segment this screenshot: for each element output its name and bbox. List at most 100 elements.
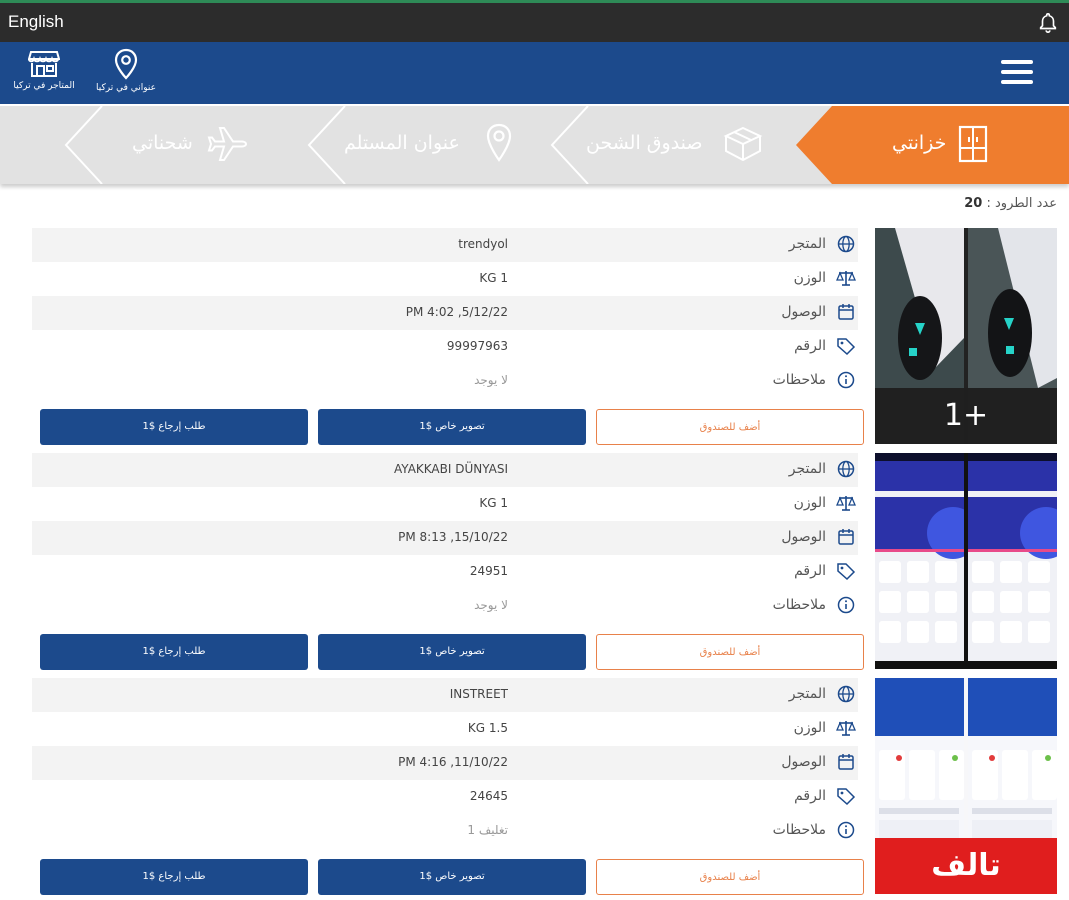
menu-icon[interactable] bbox=[1001, 60, 1033, 86]
parcel-card: INSTREET المتجر KG 1.5 الوزن PM 4:16 ,11… bbox=[0, 678, 1069, 900]
notes-value: لا يوجد bbox=[474, 598, 508, 612]
step-label: شحناتي bbox=[132, 132, 193, 154]
app-header: المتاجر في تركيا عنواني في تركيا bbox=[0, 42, 1069, 104]
weight-value: KG 1.5 bbox=[467, 721, 508, 735]
stores-label: المتاجر في تركيا bbox=[13, 81, 75, 91]
globe-icon bbox=[837, 460, 855, 478]
weight-value: KG 1 bbox=[479, 496, 508, 510]
store-icon bbox=[28, 51, 60, 77]
notes-row: تغليف 1 ملاحظات bbox=[32, 814, 858, 848]
tag-icon bbox=[837, 788, 856, 806]
notes-value: لا يوجد bbox=[474, 373, 508, 387]
arrival-row: PM 8:13 ,15/10/22 الوصول bbox=[32, 521, 858, 555]
step-label: عنوان المستلم bbox=[344, 132, 460, 154]
return-request-button[interactable]: طلب إرجاع $1 bbox=[40, 634, 308, 670]
scale-icon bbox=[836, 721, 856, 736]
calendar-icon bbox=[838, 304, 854, 320]
weight-label: الوزن bbox=[793, 720, 826, 736]
calendar-icon bbox=[838, 754, 854, 770]
store-row: AYAKKABI DÜNYASI المتجر bbox=[32, 453, 858, 487]
parcel-count-value: 20 bbox=[964, 196, 983, 211]
arrival-row: PM 4:16 ,11/10/22 الوصول bbox=[32, 746, 858, 780]
tag-icon bbox=[837, 563, 856, 581]
parcel-card: trendyol المتجر KG 1 الوزن PM 4:02 ,5/12… bbox=[0, 228, 1069, 453]
weight-value: KG 1 bbox=[479, 271, 508, 285]
store-row: INSTREET المتجر bbox=[32, 678, 858, 712]
step-label: صندوق الشحن bbox=[586, 132, 703, 154]
arrival-label: الوصول bbox=[781, 304, 826, 320]
tag-icon bbox=[837, 338, 856, 356]
arrival-value: PM 4:02 ,5/12/22 bbox=[405, 305, 508, 319]
damaged-badge: تالف bbox=[875, 838, 1057, 894]
airplane-icon bbox=[207, 127, 248, 161]
app-screenshot-photo bbox=[968, 453, 1057, 669]
parcel-count: عدد الطرود : 20 bbox=[964, 196, 1057, 211]
globe-icon bbox=[837, 685, 855, 703]
globe-icon bbox=[837, 235, 855, 253]
store-row: trendyol المتجر bbox=[32, 228, 858, 262]
stores-in-turkey-button[interactable]: المتاجر في تركيا bbox=[4, 48, 84, 91]
store-label: المتجر bbox=[788, 461, 826, 477]
location-pin-icon bbox=[114, 48, 138, 80]
notes-label: ملاحظات bbox=[772, 822, 826, 838]
special-photo-button[interactable]: تصوير خاص $1 bbox=[318, 859, 586, 895]
number-label: الرقم bbox=[794, 563, 826, 579]
more-photos-badge: 1+ bbox=[875, 388, 1057, 444]
parcel-card: AYAKKABI DÜNYASI المتجر KG 1 الوزن PM 8:… bbox=[0, 453, 1069, 678]
arrival-label: الوصول bbox=[781, 754, 826, 770]
parcel-photos[interactable]: 1+ bbox=[875, 228, 1057, 444]
number-value: 24951 bbox=[469, 564, 508, 578]
return-request-button[interactable]: طلب إرجاع $1 bbox=[40, 859, 308, 895]
info-icon bbox=[837, 371, 855, 389]
store-label: المتجر bbox=[788, 236, 826, 252]
store-label: المتجر bbox=[788, 686, 826, 702]
my-address-button[interactable]: عنواني في تركيا bbox=[86, 48, 166, 93]
weight-row: KG 1 الوزن bbox=[32, 487, 858, 521]
special-photo-button[interactable]: تصوير خاص $1 bbox=[318, 409, 586, 445]
address-label: عنواني في تركيا bbox=[96, 83, 156, 93]
arrival-row: PM 4:02 ,5/12/22 الوصول bbox=[32, 296, 858, 330]
number-label: الرقم bbox=[794, 788, 826, 804]
info-icon bbox=[837, 596, 855, 614]
notes-label: ملاحظات bbox=[772, 597, 826, 613]
locker-icon bbox=[958, 125, 988, 163]
weight-row: KG 1 الوزن bbox=[32, 262, 858, 296]
number-value: 99997963 bbox=[446, 339, 508, 353]
parcel-count-label: عدد الطرود : bbox=[986, 196, 1058, 211]
notes-value: تغليف 1 bbox=[467, 823, 508, 837]
calendar-icon bbox=[838, 529, 854, 545]
app-screenshot-photo bbox=[875, 453, 964, 669]
number-row: 24645 الرقم bbox=[32, 780, 858, 814]
number-value: 24645 bbox=[469, 789, 508, 803]
steps-nav: خزانتي صندوق الشحن عنوان المستلم شحناتي bbox=[0, 106, 1069, 184]
add-to-box-button[interactable]: أضف للصندوق bbox=[596, 634, 864, 670]
number-label: الرقم bbox=[794, 338, 826, 354]
scale-icon bbox=[836, 271, 856, 286]
notes-row: لا يوجد ملاحظات bbox=[32, 364, 858, 398]
return-request-button[interactable]: طلب إرجاع $1 bbox=[40, 409, 308, 445]
store-value: INSTREET bbox=[449, 687, 508, 701]
parcel-photos[interactable]: تالف bbox=[875, 678, 1057, 894]
step-label: خزانتي bbox=[892, 132, 947, 154]
arrival-value: PM 8:13 ,15/10/22 bbox=[398, 530, 508, 544]
scale-icon bbox=[836, 496, 856, 511]
parcel-photos[interactable] bbox=[875, 453, 1057, 669]
language-switch[interactable]: English bbox=[8, 12, 64, 32]
arrival-label: الوصول bbox=[781, 529, 826, 545]
store-value: AYAKKABI DÜNYASI bbox=[394, 462, 508, 476]
special-photo-button[interactable]: تصوير خاص $1 bbox=[318, 634, 586, 670]
weight-label: الوزن bbox=[793, 495, 826, 511]
arrival-value: PM 4:16 ,11/10/22 bbox=[398, 755, 508, 769]
status-bar: English bbox=[0, 0, 1069, 42]
number-row: 24951 الرقم bbox=[32, 555, 858, 589]
bell-icon[interactable] bbox=[1037, 11, 1059, 35]
add-to-box-button[interactable]: أضف للصندوق bbox=[596, 409, 864, 445]
store-value: trendyol bbox=[458, 237, 508, 251]
number-row: 99997963 الرقم bbox=[32, 330, 858, 364]
info-icon bbox=[837, 821, 855, 839]
weight-label: الوزن bbox=[793, 270, 826, 286]
add-to-box-button[interactable]: أضف للصندوق bbox=[596, 859, 864, 895]
notes-row: لا يوجد ملاحظات bbox=[32, 589, 858, 623]
box-icon bbox=[723, 126, 763, 162]
location-pin-icon bbox=[486, 123, 512, 162]
